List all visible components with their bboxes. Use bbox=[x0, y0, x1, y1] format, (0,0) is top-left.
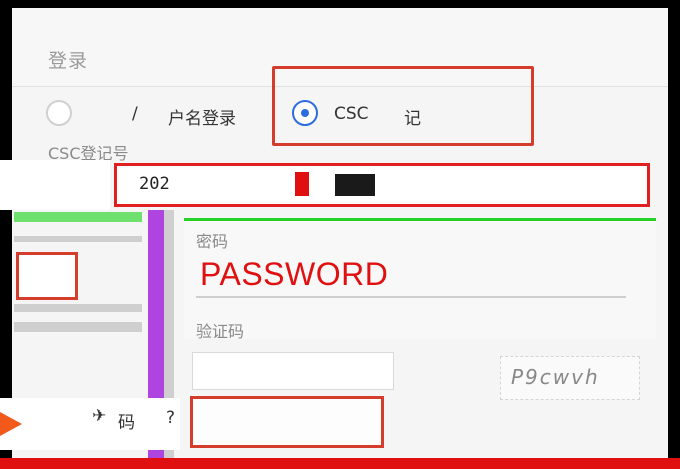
radio-username[interactable] bbox=[46, 100, 72, 126]
password-label: 密码 bbox=[196, 232, 229, 251]
radio-csc[interactable] bbox=[292, 100, 318, 126]
redaction-red bbox=[295, 172, 309, 196]
forgot-question-mark: ? bbox=[166, 408, 176, 428]
left-green-stripe bbox=[14, 212, 142, 222]
forgot-password-text[interactable]: 码 bbox=[118, 408, 135, 433]
password-underline bbox=[196, 296, 626, 298]
pointer-arrow-icon bbox=[0, 412, 22, 436]
password-input[interactable]: PASSWORD bbox=[200, 256, 388, 293]
radio-csc-label[interactable]: CSC bbox=[334, 104, 369, 124]
left-gray-stripe bbox=[14, 236, 142, 242]
left-gray-stripe-3 bbox=[14, 322, 142, 332]
csc-reg-value: 202 bbox=[139, 174, 170, 194]
forgot-row-bg bbox=[0, 398, 180, 450]
csc-reg-input[interactable]: 202 bbox=[114, 163, 650, 207]
radio-username-label[interactable]: 户名登录 bbox=[168, 104, 236, 129]
captcha-input[interactable] bbox=[192, 352, 394, 390]
captcha-image[interactable]: P9cwvh bbox=[500, 356, 640, 400]
radio-csc-dot bbox=[301, 109, 309, 117]
radio-username-prefix: / bbox=[132, 104, 138, 124]
left-red-block bbox=[16, 252, 78, 300]
login-title: 登录 bbox=[48, 50, 89, 72]
captcha-label: 验证码 bbox=[196, 322, 245, 341]
forgot-highlight-box bbox=[190, 396, 384, 448]
left-gray-stripe-2 bbox=[14, 304, 142, 312]
forgot-link-icon: ✈ bbox=[92, 406, 107, 426]
left-gutter-white bbox=[0, 160, 110, 210]
bottom-red-bar bbox=[0, 458, 680, 469]
radio-csc-suffix: 记 bbox=[404, 109, 421, 129]
redaction-dark bbox=[335, 174, 375, 196]
captcha-image-text: P9cwvh bbox=[511, 365, 600, 389]
